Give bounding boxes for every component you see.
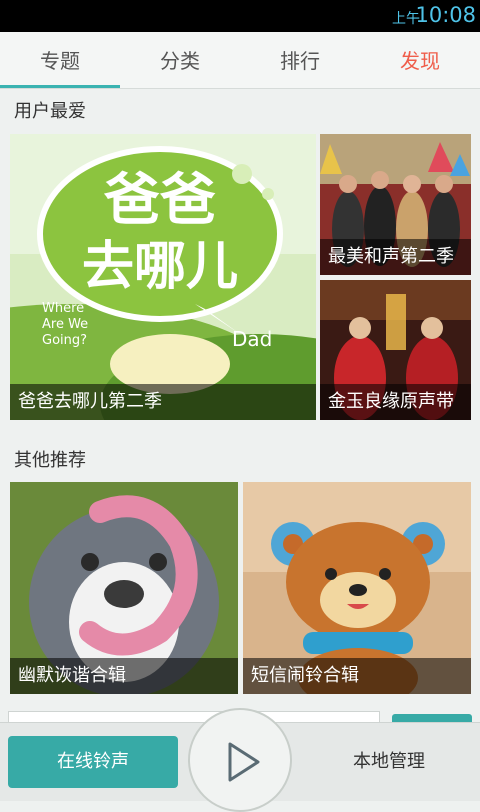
card-caption: 最美和声第二季: [320, 239, 471, 275]
art-title-line2: 去哪儿: [82, 237, 238, 297]
status-bar: 上午 10:08: [0, 0, 480, 32]
section-title-favorites: 用户最爱: [14, 101, 86, 122]
tab-selected-indicator: [0, 85, 120, 88]
card-zuimei-hesheng[interactable]: 最美和声第二季: [320, 134, 471, 275]
status-time: 10:08: [415, 3, 476, 27]
tab-categories[interactable]: 分类: [120, 32, 240, 88]
local-management-button[interactable]: 本地管理: [300, 736, 478, 788]
card-caption: 短信闹铃合辑: [243, 658, 471, 694]
tab-discover[interactable]: 发现: [360, 32, 480, 88]
art-going: Going?: [42, 333, 87, 348]
card-jinyu-liangyuan[interactable]: 金玉良缘原声带: [320, 280, 471, 420]
tab-topics[interactable]: 专题: [0, 32, 120, 88]
card-caption: 爸爸去哪儿第二季: [10, 384, 316, 420]
tab-bar: 专题 分类 排行 发现: [0, 32, 480, 89]
section-title-others: 其他推荐: [14, 450, 86, 471]
online-ringtones-button[interactable]: 在线铃声: [8, 736, 178, 788]
art-dad: Dad: [232, 327, 272, 351]
play-icon: [228, 742, 260, 782]
play-button[interactable]: [188, 708, 292, 812]
art-where: Where: [42, 301, 84, 316]
card-baba-quna-artwork: 爸爸 去哪儿 Where Are We Going? Dad: [10, 134, 316, 420]
card-humor[interactable]: 幽默诙谐合辑: [10, 482, 238, 694]
tab-rankings[interactable]: 排行: [240, 32, 360, 88]
card-caption: 幽默诙谐合辑: [10, 658, 238, 694]
card-caption: 金玉良缘原声带: [320, 384, 471, 420]
art-title-line1: 爸爸: [103, 168, 216, 233]
art-are-we: Are We: [42, 317, 88, 332]
card-baba-quna[interactable]: 爸爸 去哪儿 Where Are We Going? Dad 爸爸去哪儿第二季: [10, 134, 316, 420]
card-sms-alarm[interactable]: 短信闹铃合辑: [243, 482, 471, 694]
